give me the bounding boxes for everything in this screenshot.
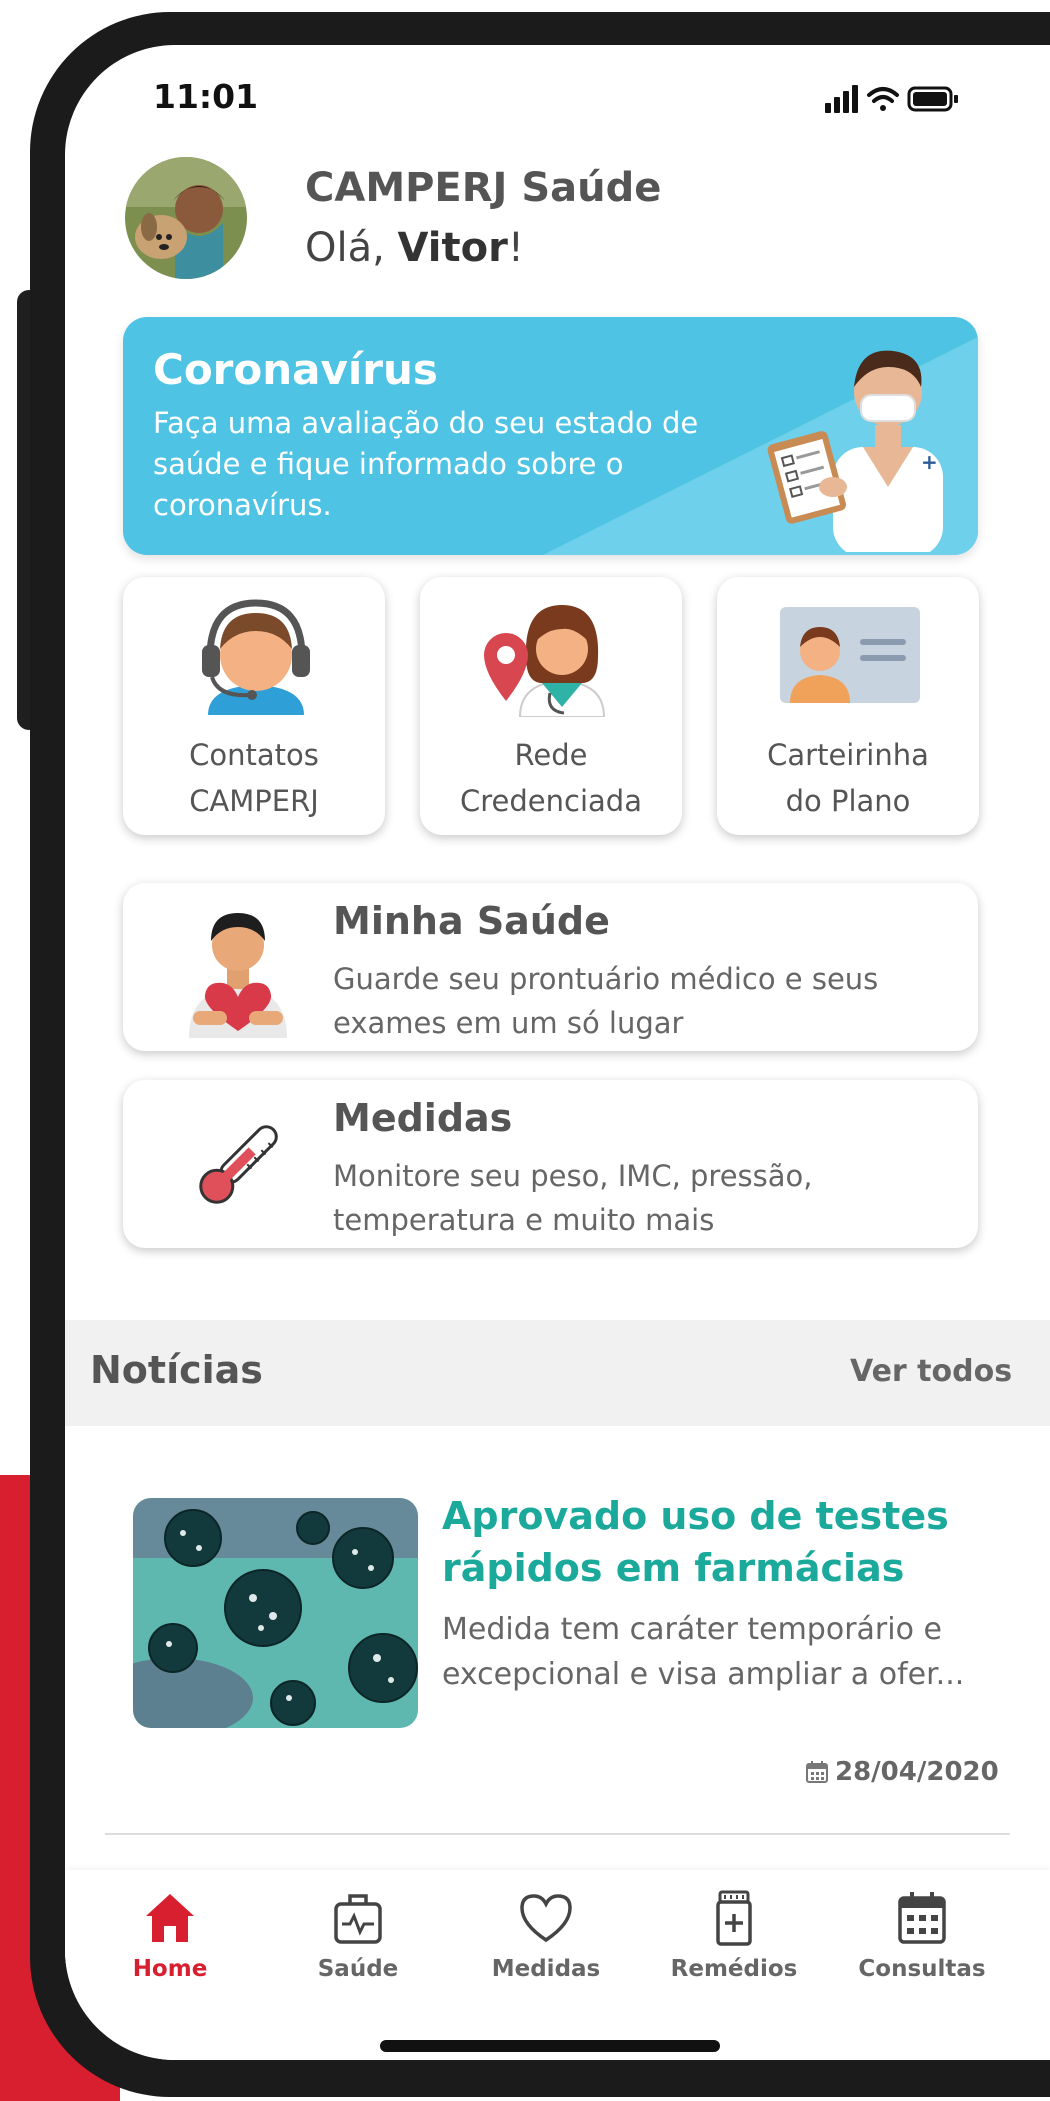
pill-bottle-icon [716,1890,752,1946]
tab-medidas-label: Medidas [491,1956,601,1982]
doctor-mask-illustration: + [767,350,943,552]
news-thumbnail[interactable] [133,1498,418,1728]
tile-rede-line2: Credenciada [460,784,642,818]
tile-rede-line1: Rede [514,738,588,772]
battery-icon [907,86,958,112]
home-icon [146,1894,194,1942]
headset-agent-icon [202,599,310,715]
avatar[interactable] [125,157,247,279]
tile-contatos-line2: CAMPERJ [189,784,319,818]
tile-rede-credenciada[interactable]: Rede Credenciada [420,577,682,835]
svg-text:+: + [921,450,938,474]
calendar-small-icon [806,1761,828,1783]
tab-consultas-label: Consultas [858,1956,986,1982]
calendar-icon [898,1892,946,1944]
tab-remedios[interactable]: Remédios [659,1888,809,1998]
user-name: Vitor [397,225,508,271]
heart-outline-icon [520,1894,572,1943]
greeting: Olá, Vitor! [305,225,524,271]
banner-title: Coronavírus [153,345,438,394]
card-medidas[interactable]: Medidas Monitore seu peso, IMC, pressão,… [123,1080,978,1248]
card-minha-saude-title: Minha Saúde [333,899,610,943]
bottom-tab-bar: Home Saúde Medidas Remédios Consultas [65,1870,1050,2060]
tile-contatos-line1: Contatos [189,738,319,772]
news-section-title: Notícias [90,1348,263,1392]
card-minha-saude[interactable]: Minha Saúde Guarde seu prontuário médico… [123,883,978,1051]
card-medidas-title: Medidas [333,1096,513,1140]
news-divider [105,1833,1010,1835]
app-name: CAMPERJ Saúde [305,165,662,211]
see-all-link[interactable]: Ver todos [850,1354,1012,1389]
status-time: 11:01 [153,77,259,116]
home-indicator[interactable] [380,2040,720,2052]
card-minha-saude-text: Guarde seu prontuário médico e seus exam… [333,962,879,1040]
news-date: 28/04/2020 [805,1757,999,1787]
app-screen: 11:01 CAMPERJ Saúde Olá, Vitor! Coronaví… [65,45,1050,2060]
status-icons [825,85,958,113]
tile-contatos[interactable]: Contatos CAMPERJ [123,577,385,835]
card-medidas-text: Monitore seu peso, IMC, pressão, tempera… [333,1159,813,1237]
doctor-location-icon [484,605,606,717]
id-card-icon [780,607,920,703]
cellular-signal-icon [825,85,858,113]
tab-consultas[interactable]: Consultas [847,1888,997,1998]
tab-home-label: Home [132,1956,208,1982]
tile-carteirinha-line1: Carteirinha [767,738,929,772]
person-heart-icon [189,913,287,1038]
tab-saude[interactable]: Saúde [283,1888,433,1998]
tab-saude-label: Saúde [317,1956,399,1982]
news-headline[interactable]: Aprovado uso de testes rápidos em farmác… [442,1490,962,1594]
coronavirus-banner[interactable]: Coronavírus Faça uma avaliação do seu es… [123,317,978,555]
thermometer-icon [199,1125,278,1204]
news-section-header: Notícias Ver todos [65,1320,1050,1426]
tab-medidas[interactable]: Medidas [471,1888,621,1998]
tile-carteirinha[interactable]: Carteirinha do Plano [717,577,979,835]
tab-home[interactable]: Home [95,1888,245,1998]
news-snippet: Medida tem caráter temporário e excepcio… [442,1612,965,1692]
wifi-icon [867,87,899,111]
banner-text: Faça uma avaliação do seu estado de saúd… [153,406,699,522]
medical-bag-icon [334,1894,382,1944]
tab-remedios-label: Remédios [670,1956,798,1982]
tile-carteirinha-line2: do Plano [785,784,911,818]
